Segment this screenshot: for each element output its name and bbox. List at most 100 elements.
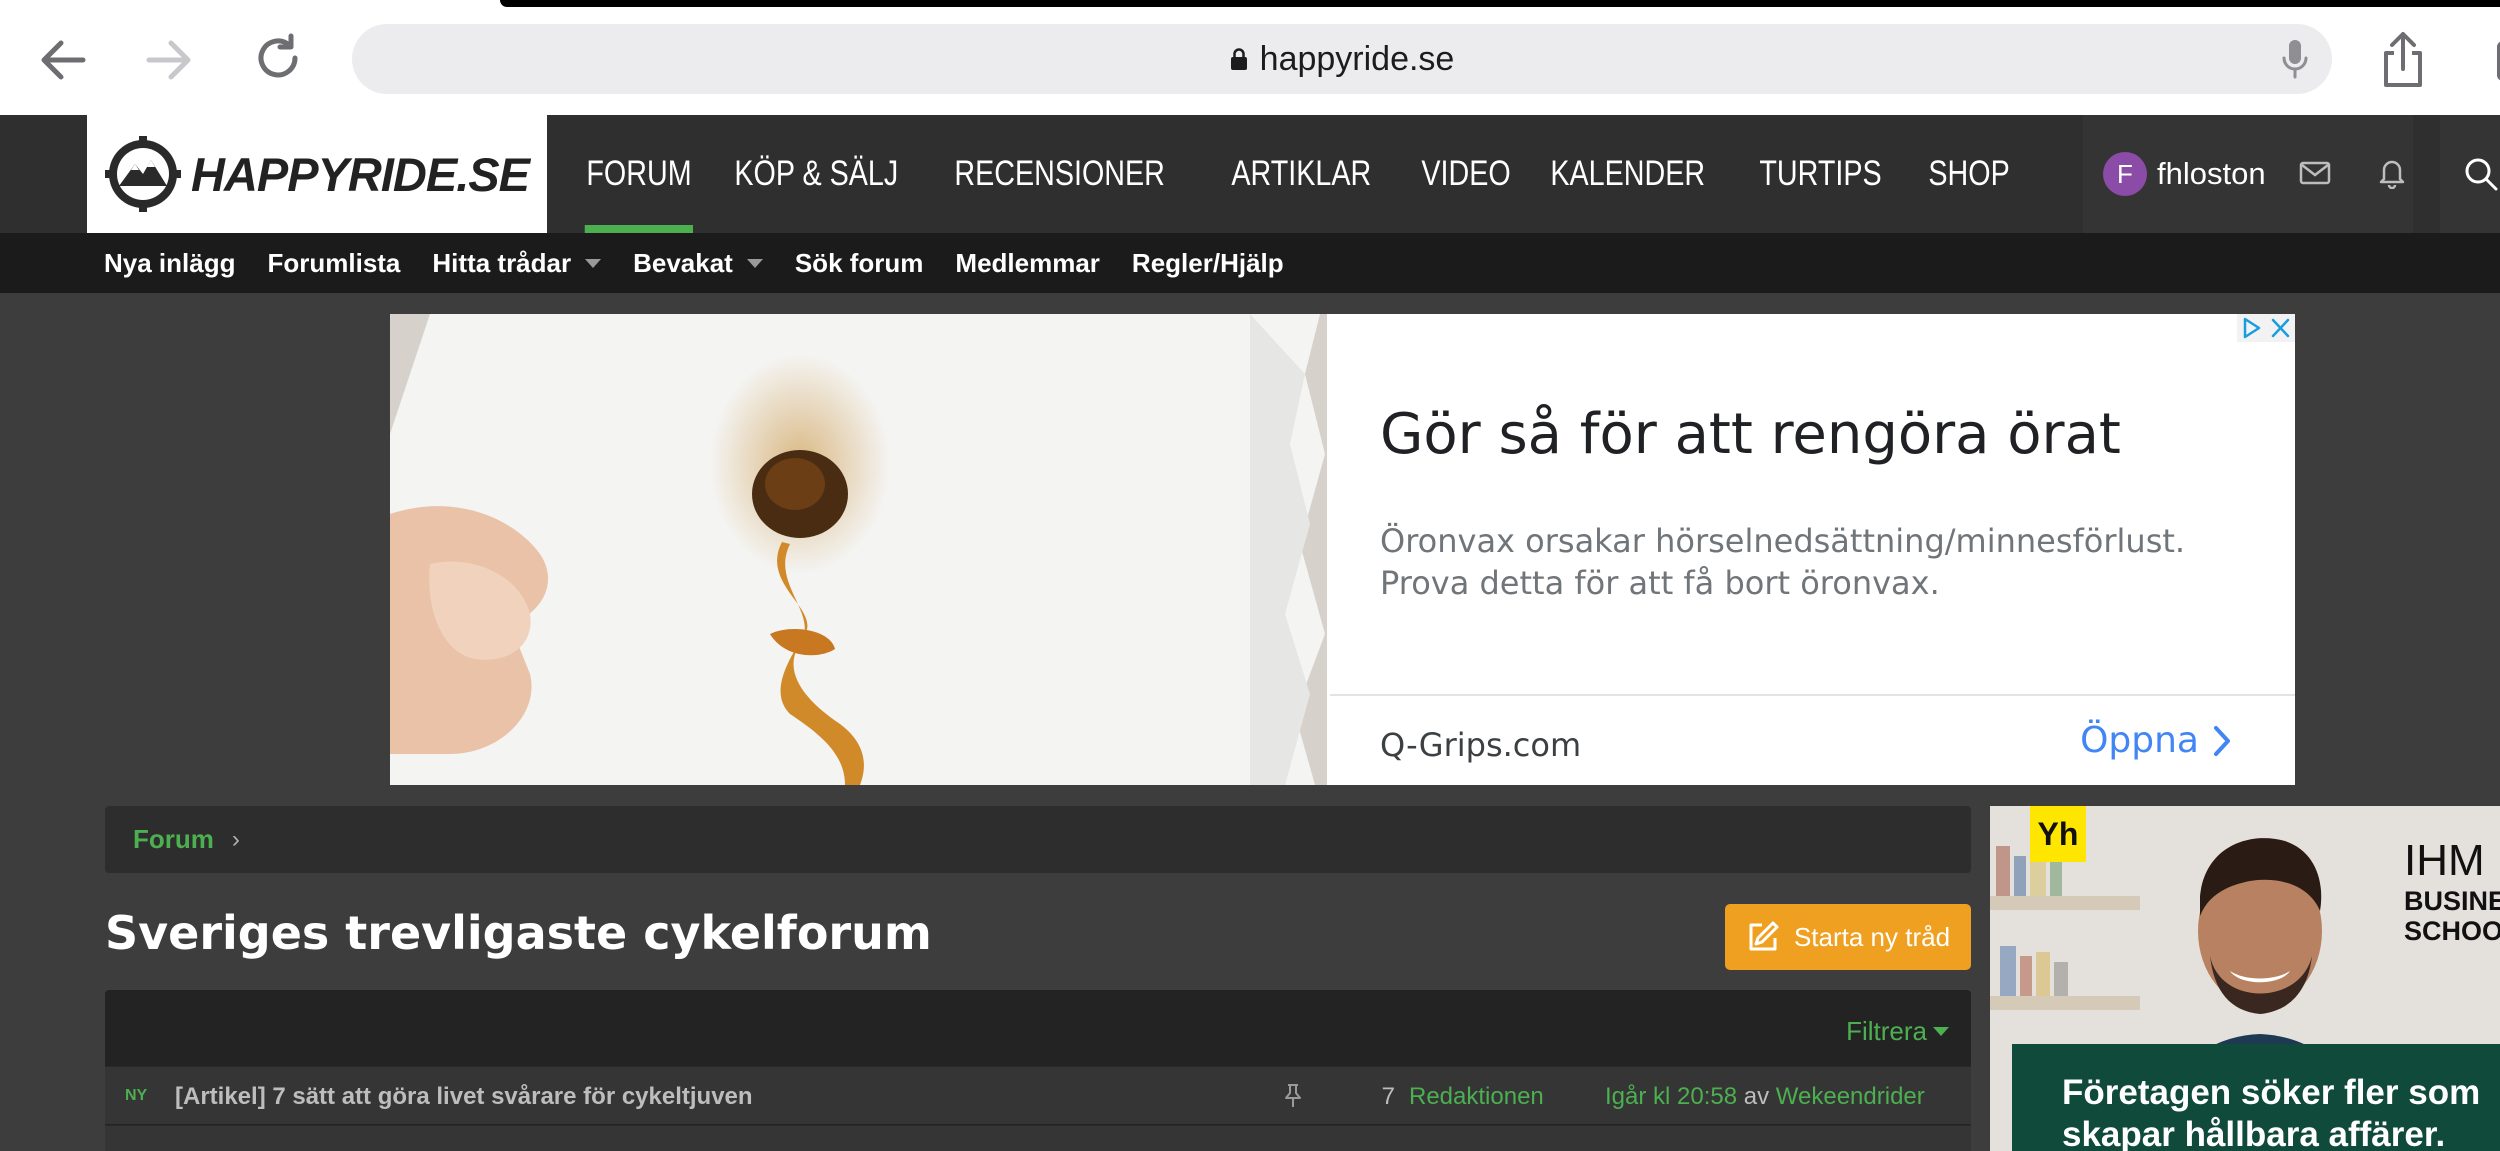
reload-button[interactable] xyxy=(244,25,314,95)
new-thread-label: Starta ny tråd xyxy=(1793,921,1951,952)
search-icon xyxy=(2465,158,2498,191)
caret-down-icon[interactable] xyxy=(585,258,602,268)
thread-title[interactable]: [Artikel] 7 sätt att göra livet svårare … xyxy=(175,1083,753,1111)
subnav-label: Sök forum xyxy=(794,247,924,278)
page-title: Sveriges trevligaste cykelforum xyxy=(105,906,932,960)
ad-choices[interactable] xyxy=(2237,314,2295,342)
thread-list: Filtrera NY [Artikel] 7 sätt att göra li… xyxy=(105,990,1971,1151)
breadcrumb: Forum › xyxy=(105,806,1971,873)
ad-desc-line: Prova detta för att få bort öronvax. xyxy=(1380,564,1940,602)
subnav-nya-inlagg[interactable]: Nya inlägg xyxy=(104,248,235,279)
address-bar[interactable]: happyride.se xyxy=(352,24,2332,94)
subnav-label: Nya inlägg xyxy=(104,247,236,278)
side-ad[interactable]: Yh IHM BUSINE SCHOO Företagen söker fler… xyxy=(1990,806,2500,1151)
subnav-label: Medlemmar xyxy=(955,247,1100,278)
mountain-gear-logo-icon xyxy=(105,136,181,212)
new-badge: NY xyxy=(125,1087,148,1104)
user-menu[interactable]: F fhloston xyxy=(2083,115,2413,233)
envelope-icon xyxy=(2299,161,2331,185)
last-post-by: av xyxy=(1743,1083,1770,1110)
username: fhloston xyxy=(2157,156,2266,191)
caret-down-icon[interactable] xyxy=(746,258,763,268)
last-post: Igår kl 20:58 av Wekeendrider xyxy=(1605,1083,1925,1111)
nav-tab-shop[interactable]: SHOP xyxy=(1912,115,2026,233)
bell-icon xyxy=(2379,160,2405,189)
browser-toolbar: happyride.se xyxy=(0,0,2500,115)
nav-tab-turtips[interactable]: TURTIPS xyxy=(1743,115,1898,233)
subnav-label: Forumlista xyxy=(267,247,401,278)
table-row[interactable] xyxy=(105,1125,1971,1151)
ad-open-button[interactable]: Öppna xyxy=(2080,720,2231,761)
subnav-forumlista[interactable]: Forumlista xyxy=(267,248,400,279)
site-logo[interactable]: HAPPYRIDE.SE xyxy=(87,115,547,233)
forward-button[interactable] xyxy=(134,25,204,95)
side-ad-brand-sub: BUSINE SCHOO xyxy=(2404,886,2500,946)
subnav-hitta-tradar[interactable]: Hitta trådar xyxy=(432,247,602,279)
close-icon[interactable] xyxy=(2266,314,2295,342)
nav-tab-kop-salj[interactable]: KÖP & SÄLJ xyxy=(718,115,915,233)
edit-icon xyxy=(1749,921,1779,951)
ad-domain: Q-Grips.com xyxy=(1380,726,1582,764)
ad-image xyxy=(390,314,1327,785)
side-ad-text-panel: Företagen söker fler som skapar hållbara… xyxy=(2012,1044,2500,1151)
side-ad-text: Företagen söker fler som skapar hållbara… xyxy=(2062,1072,2500,1151)
ad-description: Öronvax orsakar hörselnedsättning/minnes… xyxy=(1380,520,2240,604)
subnav-sok-forum[interactable]: Sök forum xyxy=(795,248,924,279)
ad-open-label: Öppna xyxy=(2080,720,2199,761)
ad-info-icon[interactable] xyxy=(2237,314,2266,342)
microphone-button[interactable] xyxy=(2280,38,2310,80)
side-ad-brand: IHM xyxy=(2404,836,2485,885)
share-icon xyxy=(2384,32,2422,87)
ad-banner[interactable]: Gör så för att rengöra örat Öronvax orsa… xyxy=(390,314,2295,785)
ad-photo-illustration xyxy=(390,314,1327,785)
thread-author[interactable]: Redaktionen xyxy=(1409,1083,1544,1111)
toolbar-top-edge xyxy=(500,0,2500,7)
new-thread-button[interactable]: Starta ny tråd xyxy=(1725,904,1971,970)
inbox-button[interactable] xyxy=(2298,155,2332,189)
brand-sub-line: SCHOO xyxy=(2404,916,2500,946)
ad-title: Gör så för att rengöra örat xyxy=(1380,402,2121,467)
reply-count: 7 xyxy=(1381,1083,1395,1110)
alerts-button[interactable] xyxy=(2375,155,2409,189)
breadcrumb-separator: › xyxy=(231,825,240,853)
tabs-icon xyxy=(2497,41,2500,81)
share-button[interactable] xyxy=(2368,25,2438,95)
brand-sub-line: BUSINE xyxy=(2404,886,2500,916)
last-post-user[interactable]: Wekeendrider xyxy=(1776,1083,1925,1110)
nav-tab-forum[interactable]: FORUM xyxy=(570,115,708,233)
back-button[interactable] xyxy=(28,25,98,95)
filter-button[interactable]: Filtrera xyxy=(1846,1016,1949,1047)
nav-tab-recensioner[interactable]: RECENSIONER xyxy=(938,115,1181,233)
nav-tab-artiklar[interactable]: ARTIKLAR xyxy=(1215,115,1388,233)
chevron-right-icon xyxy=(2214,725,2230,756)
caret-down-icon xyxy=(1933,1027,1949,1036)
breadcrumb-forum-link[interactable]: Forum xyxy=(133,824,214,855)
avatar: F xyxy=(2103,152,2147,196)
pin-icon xyxy=(1285,1084,1301,1107)
subnav-medlemmar[interactable]: Medlemmar xyxy=(955,248,1100,279)
subnav-bevakat[interactable]: Bevakat xyxy=(633,248,763,279)
yh-badge: Yh xyxy=(2030,806,2086,862)
address-url: happyride.se xyxy=(1259,39,1455,78)
search-button[interactable] xyxy=(2440,115,2500,233)
logo-text: HAPPYRIDE.SE xyxy=(191,147,530,201)
nav-tab-kalender[interactable]: KALENDER xyxy=(1534,115,1722,233)
filter-label: Filtrera xyxy=(1846,1016,1927,1046)
ad-divider xyxy=(1330,694,2295,696)
reload-icon xyxy=(258,33,298,78)
microphone-icon xyxy=(2282,40,2308,79)
site-header: HAPPYRIDE.SE FORUM KÖP & SÄLJ RECENSIONE… xyxy=(0,115,2500,233)
sub-nav: Nya inlägg Forumlista Hitta trådar Bevak… xyxy=(0,233,2500,293)
last-post-time[interactable]: Igår kl 20:58 xyxy=(1605,1083,1737,1110)
subnav-label: Bevakat xyxy=(633,247,733,278)
side-ad-text-line: skapar hållbara affärer. xyxy=(2062,1115,2446,1151)
subnav-label: Hitta trådar xyxy=(432,247,572,278)
table-row[interactable]: NY [Artikel] 7 sätt att göra livet svåra… xyxy=(105,1066,1971,1124)
arrow-right-icon xyxy=(146,40,191,80)
arrow-left-icon xyxy=(41,40,86,80)
subnav-regler-hjalp[interactable]: Regler/Hjälp xyxy=(1132,248,1284,279)
tabs-button[interactable] xyxy=(2470,25,2500,95)
lock-icon xyxy=(1230,48,1247,70)
side-ad-text-line: Företagen söker fler som xyxy=(2062,1073,2481,1112)
nav-tab-video[interactable]: VIDEO xyxy=(1405,115,1527,233)
